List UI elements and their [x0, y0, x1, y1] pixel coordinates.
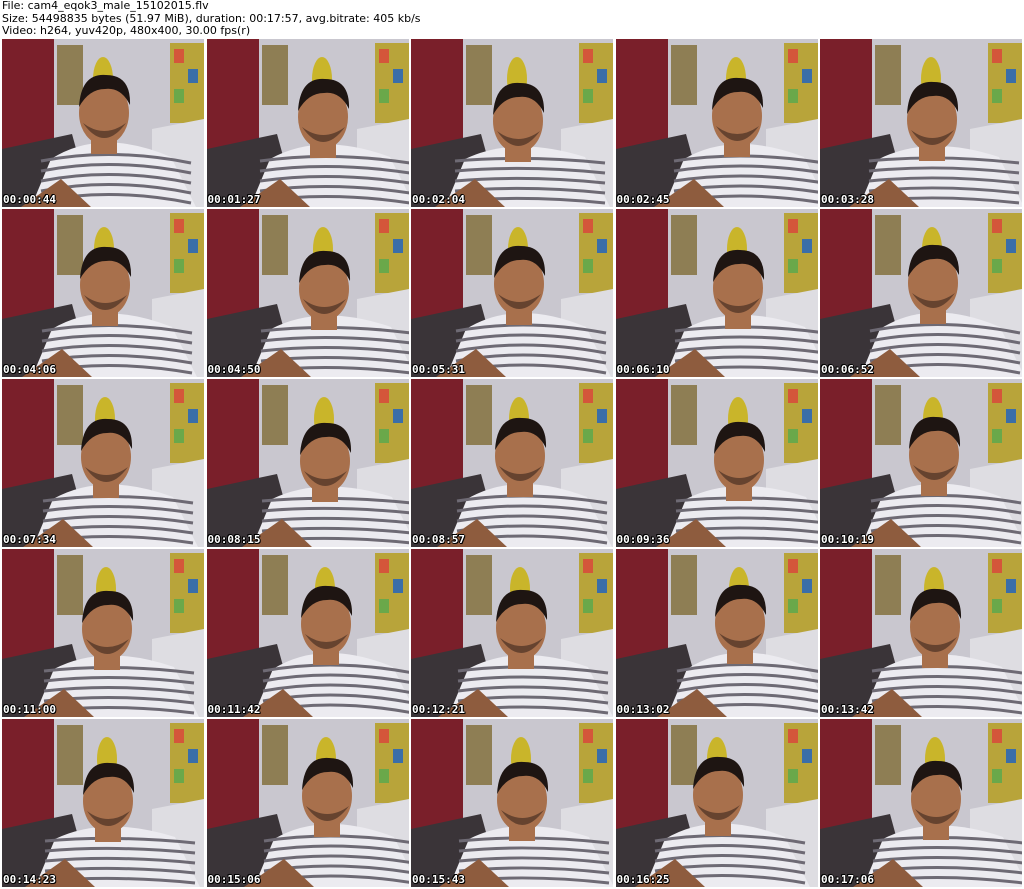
frame-picture: [820, 379, 1022, 547]
frame-picture: [615, 209, 818, 377]
frame-picture: [2, 719, 204, 887]
frame-timestamp: 00:17:06: [821, 873, 874, 886]
frame-timestamp: 00:09:36: [616, 533, 670, 546]
video-frame-thumbnail: 00:02:04: [411, 39, 613, 207]
video-frame-thumbnail: 00:12:21: [411, 549, 613, 717]
frame-picture: [411, 379, 613, 547]
video-frame-thumbnail: 00:06:10: [615, 209, 818, 377]
frame-timestamp: 00:08:57: [412, 533, 465, 546]
video-frame-thumbnail: 00:11:00: [2, 549, 204, 717]
frame-timestamp: 00:11:42: [207, 703, 261, 716]
video-frame-thumbnail: 00:13:02: [615, 549, 818, 717]
frame-timestamp: 00:07:34: [3, 533, 56, 546]
frame-timestamp: 00:10:19: [821, 533, 874, 546]
video-frame-thumbnail: 00:03:28: [820, 39, 1022, 207]
frame-picture: [820, 209, 1022, 377]
frame-picture: [2, 209, 204, 377]
frame-timestamp: 00:02:45: [616, 193, 670, 206]
frame-picture: [2, 549, 204, 717]
video-info-line: Video: h264, yuv420p, 480x400, 30.00 fps…: [2, 24, 251, 37]
frame-timestamp: 00:13:02: [616, 703, 670, 716]
video-frame-thumbnail: 00:10:19: [820, 379, 1022, 547]
frame-picture: [206, 379, 409, 547]
frame-timestamp: 00:16:25: [616, 873, 670, 886]
frame-timestamp: 00:02:04: [412, 193, 465, 206]
frame-picture: [615, 379, 818, 547]
frame-picture: [411, 549, 613, 717]
frame-timestamp: 00:15:06: [207, 873, 261, 886]
frame-timestamp: 00:00:44: [3, 193, 56, 206]
video-frame-thumbnail: 00:07:34: [2, 379, 204, 547]
video-frame-thumbnail: 00:09:36: [615, 379, 818, 547]
frame-timestamp: 00:15:43: [412, 873, 465, 886]
frame-timestamp: 00:06:10: [616, 363, 670, 376]
frame-timestamp: 00:13:42: [821, 703, 874, 716]
frame-timestamp: 00:14:23: [3, 873, 56, 886]
video-frame-thumbnail: 00:11:42: [206, 549, 409, 717]
video-frame-thumbnail: 00:08:15: [206, 379, 409, 547]
video-frame-thumbnail: 00:04:06: [2, 209, 204, 377]
frame-timestamp: 00:08:15: [207, 533, 261, 546]
frame-timestamp: 00:04:06: [3, 363, 56, 376]
frame-picture: [206, 719, 409, 887]
frame-timestamp: 00:11:00: [3, 703, 56, 716]
frame-picture: [820, 39, 1022, 207]
frame-timestamp: 00:06:52: [821, 363, 874, 376]
frame-picture: [615, 719, 818, 887]
video-frame-thumbnail: 00:08:57: [411, 379, 613, 547]
frame-picture: [2, 39, 204, 207]
frame-picture: [615, 39, 818, 207]
frame-picture: [411, 719, 613, 887]
video-frame-thumbnail: 00:15:43: [411, 719, 613, 887]
frame-timestamp: 00:03:28: [821, 193, 874, 206]
frame-picture: [820, 719, 1022, 887]
thumbnail-grid: 00:00:44 00:01:27 00:02:04 00:02:45 00:03:28…: [2, 39, 1022, 889]
frame-picture: [206, 549, 409, 717]
file-info-header: File: cam4_eqok3_male_15102015.flv Size:…: [2, 0, 1022, 38]
frame-picture: [411, 209, 613, 377]
frame-timestamp: 00:01:27: [207, 193, 261, 206]
video-frame-thumbnail: 00:13:42: [820, 549, 1022, 717]
frame-timestamp: 00:04:50: [207, 363, 261, 376]
video-frame-thumbnail: 00:04:50: [206, 209, 409, 377]
video-frame-thumbnail: 00:01:27: [206, 39, 409, 207]
video-frame-thumbnail: 00:05:31: [411, 209, 613, 377]
frame-picture: [615, 549, 818, 717]
frame-picture: [2, 379, 204, 547]
frame-picture: [411, 39, 613, 207]
video-frame-thumbnail: 00:14:23: [2, 719, 204, 887]
frame-picture: [820, 549, 1022, 717]
video-frame-thumbnail: 00:16:25: [615, 719, 818, 887]
frame-timestamp: 00:05:31: [412, 363, 465, 376]
frame-picture: [206, 209, 409, 377]
frame-picture: [206, 39, 409, 207]
frame-timestamp: 00:12:21: [412, 703, 465, 716]
video-frame-thumbnail: 00:02:45: [615, 39, 818, 207]
file-name-line: File: cam4_eqok3_male_15102015.flv: [2, 0, 209, 12]
video-frame-thumbnail: 00:17:06: [820, 719, 1022, 887]
video-frame-thumbnail: 00:00:44: [2, 39, 204, 207]
video-frame-thumbnail: 00:15:06: [206, 719, 409, 887]
video-frame-thumbnail: 00:06:52: [820, 209, 1022, 377]
